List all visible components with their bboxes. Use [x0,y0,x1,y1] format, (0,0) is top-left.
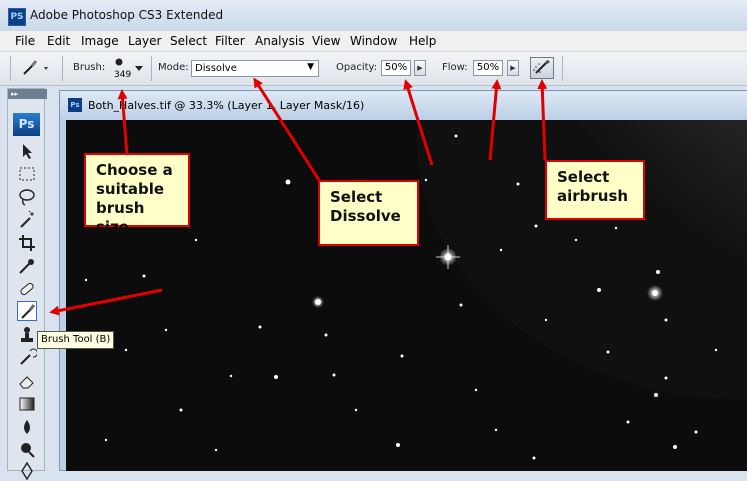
document-title-bar[interactable]: Ps Both_Halves.tif @ 33.3% (Layer 1, Lay… [60,91,747,120]
brush-preview-icon[interactable] [112,56,126,70]
menu-analysis[interactable]: Analysis [255,34,304,48]
menu-select[interactable]: Select [170,34,207,48]
blur-icon[interactable] [17,417,37,437]
menu-layer[interactable]: Layer [128,34,161,48]
app-icon: PS [8,8,26,26]
menu-edit[interactable]: Edit [47,34,70,48]
toolbox-grip[interactable]: ▸▸ [8,89,47,99]
menu-bar: File Edit Image Layer Select Filter Anal… [0,31,747,52]
eyedropper-icon[interactable] [17,256,37,276]
eraser-icon[interactable] [17,371,37,391]
marquee-icon[interactable] [17,164,37,184]
history-brush-icon[interactable] [17,348,37,368]
pen-icon[interactable] [17,461,37,481]
brush-picker-chevron-icon[interactable] [134,64,144,72]
document-icon: Ps [68,98,82,112]
opacity-input[interactable]: 50% [381,60,411,76]
title-bar: PS Adobe Photoshop CS3 Extended [0,0,747,32]
flow-input[interactable]: 50% [473,60,503,76]
menu-image[interactable]: Image [81,34,119,48]
dodge-icon[interactable] [17,440,37,460]
brush-tool-icon[interactable] [17,301,37,321]
menu-help[interactable]: Help [409,34,436,48]
window-title: Adobe Photoshop CS3 Extended [30,8,224,22]
opacity-slider-arrow-icon[interactable]: ▶ [414,60,426,76]
magic-wand-icon[interactable] [17,210,37,230]
clone-stamp-icon[interactable] [17,325,37,345]
menu-file[interactable]: File [15,34,35,48]
menu-window[interactable]: Window [350,34,397,48]
menu-view[interactable]: View [312,34,340,48]
callout-dissolve: Select Dissolve [318,180,419,246]
airbrush-icon [533,59,550,74]
move-icon[interactable] [17,141,37,161]
chevron-down-icon: ▼ [307,62,314,72]
opacity-label: Opacity: [336,62,378,73]
tool-preset-brush-icon[interactable] [20,58,54,78]
flow-label: Flow: [442,62,468,73]
brush-label: Brush: [73,62,106,73]
gradient-icon[interactable] [17,394,37,414]
lasso-icon[interactable] [17,187,37,207]
toolbox-panel: ▸▸ Ps [7,88,47,481]
airbrush-button[interactable] [530,57,554,79]
callout-brush-size: Choose a suitable brush size [84,153,190,236]
menu-filter[interactable]: Filter [215,34,245,48]
mode-value: Dissolve [195,63,237,74]
document-title: Both_Halves.tif @ 33.3% (Layer 1, Layer … [88,99,365,112]
brush-tool-tooltip: Brush Tool (B) [37,331,115,349]
flow-slider-arrow-icon[interactable]: ▶ [507,60,519,76]
options-grip [10,56,11,81]
mode-select[interactable]: Dissolve ▼ [191,60,319,77]
photoshop-logo[interactable]: Ps [13,113,40,136]
brush-size-value: 349 [114,70,132,80]
callout-airbrush: Select airbrush [545,160,645,220]
mode-label: Mode: [158,62,189,73]
crop-icon[interactable] [17,233,37,253]
healing-brush-icon[interactable] [17,279,37,299]
